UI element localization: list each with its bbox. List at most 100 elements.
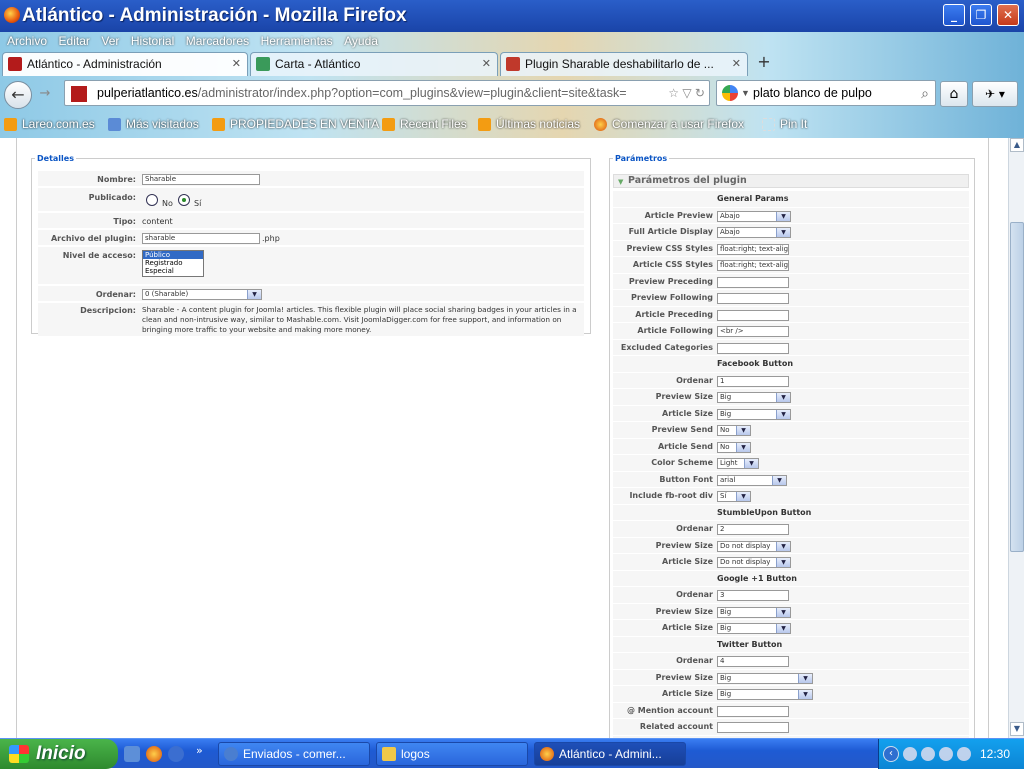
bookmark-recent-files[interactable]: Recent Files: [382, 114, 467, 134]
bookmark-mas-visitados[interactable]: Más visitados: [108, 114, 199, 134]
chevron-down-icon[interactable]: ▼: [776, 607, 790, 617]
param-input[interactable]: [717, 705, 789, 717]
param-input[interactable]: [717, 342, 789, 354]
forward-button[interactable]: →: [34, 85, 56, 105]
menu-ayuda[interactable]: Ayuda: [340, 32, 382, 50]
firefox-icon[interactable]: [146, 746, 162, 762]
nombre-input[interactable]: Sharable: [142, 174, 260, 185]
chevron-down-icon[interactable]: ▼: [776, 211, 790, 221]
menu-marcadores[interactable]: Marcadores: [182, 32, 253, 50]
param-select[interactable]: Big ▼: [717, 689, 813, 700]
minimize-button[interactable]: _: [943, 4, 965, 26]
chevron-down-icon[interactable]: ▼: [741, 81, 750, 105]
search-icon[interactable]: ⌕: [921, 81, 929, 105]
chevron-down-icon[interactable]: ▼: [744, 459, 758, 468]
param-select[interactable]: Abajo ▼: [717, 210, 791, 222]
bookmark-pin-it[interactable]: Pin It: [762, 114, 807, 134]
param-select[interactable]: Abajo ▼: [717, 227, 791, 238]
bookmark-propiedades[interactable]: PROPIEDADES EN VENTA: [212, 114, 379, 134]
new-tab-button[interactable]: +: [750, 52, 778, 74]
param-select[interactable]: arial ▼: [717, 474, 787, 486]
chevron-down-icon[interactable]: ▼: [736, 492, 750, 501]
chevron-down-icon[interactable]: ▼: [772, 475, 786, 485]
monitor-tray-icon[interactable]: [957, 747, 971, 761]
chevron-down-icon[interactable]: ▼: [776, 393, 790, 402]
menu-historial[interactable]: Historial: [127, 32, 178, 50]
network-tray-icon[interactable]: [939, 747, 953, 761]
task-firefox-atlantico[interactable]: Atlántico - Admini...: [534, 742, 686, 766]
close-button[interactable]: ✕: [997, 4, 1019, 26]
params-panel-header[interactable]: ▼ Parámetros del plugin: [613, 174, 969, 188]
chevron-down-icon[interactable]: ▼: [776, 558, 790, 567]
param-input[interactable]: [717, 722, 789, 733]
archivo-input[interactable]: sharable: [142, 233, 260, 244]
star-tray-icon[interactable]: [921, 747, 935, 761]
bookmark-lareo[interactable]: Lareo.com.es: [4, 114, 95, 134]
vertical-scrollbar[interactable]: ▲ ▼: [1008, 138, 1024, 738]
chevron-left-icon[interactable]: ‹: [883, 746, 899, 762]
scroll-down-arrow-icon[interactable]: ▼: [1010, 722, 1024, 736]
tab-close-icon[interactable]: ✕: [482, 53, 491, 75]
param-select[interactable]: Big ▼: [717, 392, 791, 403]
chevron-right-icon[interactable]: »: [196, 744, 203, 757]
chevron-down-icon[interactable]: ▼: [247, 290, 261, 299]
email-icon[interactable]: [168, 746, 184, 762]
param-input[interactable]: float:right; text-align:r: [717, 260, 789, 271]
url-bar[interactable]: pulperiatlantico.es/administrator/index.…: [64, 80, 710, 106]
task-logos[interactable]: logos: [376, 742, 528, 766]
google-icon[interactable]: [722, 85, 738, 101]
param-input[interactable]: 1: [717, 375, 789, 387]
param-select[interactable]: No ▼: [717, 441, 751, 453]
bookmark-comenzar-firefox[interactable]: Comenzar a usar Firefox: [594, 114, 744, 134]
home-button[interactable]: ⌂: [940, 81, 968, 107]
chevron-down-icon[interactable]: ▼: [736, 426, 750, 435]
site-identity-icon[interactable]: [71, 86, 87, 102]
chevron-down-icon[interactable]: ▼: [776, 409, 790, 419]
search-bar[interactable]: ▼ plato blanco de pulpo ⌕: [716, 80, 936, 106]
param-input[interactable]: 2: [717, 524, 789, 535]
ordenar-select[interactable]: 0 (Sharable) ▼: [142, 289, 262, 300]
chevron-down-icon[interactable]: ▼: [798, 673, 812, 683]
maximize-button[interactable]: ❐: [970, 4, 992, 26]
param-select[interactable]: Light ▼: [717, 458, 759, 469]
param-select[interactable]: Big ▼: [717, 623, 791, 634]
param-select[interactable]: Big ▼: [717, 606, 791, 618]
param-input[interactable]: 3: [717, 590, 789, 601]
param-select[interactable]: Big ▼: [717, 672, 813, 684]
nivel-acceso-listbox[interactable]: Público Registrado Especial: [142, 250, 204, 277]
publicado-no-radio[interactable]: [146, 194, 158, 206]
mail-tray-icon[interactable]: [903, 747, 917, 761]
param-input[interactable]: <br />: [717, 326, 789, 337]
chevron-down-icon[interactable]: ▼: [736, 442, 750, 452]
param-select[interactable]: Do not display ▼: [717, 557, 791, 568]
param-select[interactable]: No ▼: [717, 425, 751, 436]
param-input[interactable]: [717, 276, 789, 288]
search-input[interactable]: plato blanco de pulpo: [753, 86, 872, 100]
nivel-option-especial[interactable]: Especial: [143, 267, 203, 275]
param-input[interactable]: float:right; text-align:r: [717, 243, 789, 255]
menu-herramientas[interactable]: Herramientas: [257, 32, 337, 50]
desktop-icon[interactable]: [124, 746, 140, 762]
nivel-option-publico[interactable]: Público: [143, 251, 203, 259]
chevron-down-icon[interactable]: ▼: [776, 541, 790, 551]
param-select[interactable]: Big ▼: [717, 408, 791, 420]
extension-button[interactable]: ✈ ▾: [972, 81, 1018, 107]
tab-close-icon[interactable]: ✕: [232, 53, 241, 75]
chevron-down-icon[interactable]: ▼: [798, 690, 812, 699]
param-input[interactable]: 4: [717, 656, 789, 667]
param-select[interactable]: Sí ▼: [717, 491, 751, 502]
tab-close-icon[interactable]: ✕: [732, 53, 741, 75]
task-enviados[interactable]: Enviados - comer...: [218, 742, 370, 766]
scroll-up-arrow-icon[interactable]: ▲: [1010, 138, 1024, 152]
bookmark-ultimas-noticias[interactable]: Últimas noticias: [478, 114, 580, 134]
tab-administracion[interactable]: Atlántico - Administración ✕: [2, 52, 248, 76]
scroll-thumb[interactable]: [1010, 222, 1024, 552]
param-input[interactable]: [717, 293, 789, 304]
param-input[interactable]: [717, 309, 789, 321]
menu-editar[interactable]: Editar: [55, 32, 94, 50]
start-button[interactable]: Inicio: [0, 739, 118, 769]
bookmark-star-icon[interactable]: ☆ ▽ ↻: [664, 81, 705, 105]
chevron-down-icon[interactable]: ▼: [776, 228, 790, 237]
publicado-si-radio[interactable]: [178, 194, 190, 206]
nivel-option-registrado[interactable]: Registrado: [143, 259, 203, 267]
